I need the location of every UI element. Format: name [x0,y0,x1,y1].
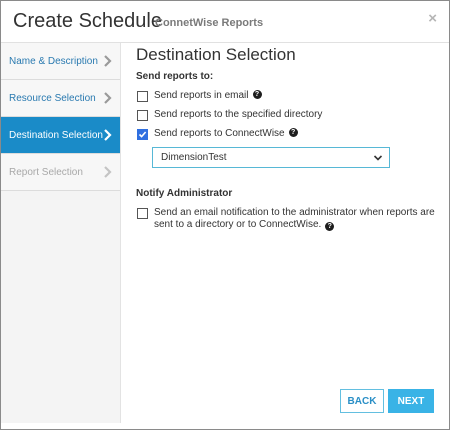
sidebar-item-name-description[interactable]: Name & Description [1,43,120,80]
sidebar-item-label: Resource Selection [9,92,96,104]
option-notify: Send an email notification to the admini… [136,207,441,231]
option-label: Send reports to the specified directory [154,109,323,120]
help-icon[interactable]: ? [288,128,298,137]
sidebar-item-report-selection[interactable]: Report Selection [1,154,120,191]
checkmark-icon [138,131,147,138]
send-reports-label: Send reports to: [136,71,214,82]
section-title: Destination Selection [136,45,296,64]
chevron-right-icon [103,128,113,142]
notify-label-wrap: Send an email notification to the admini… [154,207,441,231]
sidebar-item-label: Report Selection [9,166,83,178]
back-button[interactable]: BACK [340,389,384,413]
sidebar-item-destination-selection[interactable]: Destination Selection [1,117,120,154]
next-button[interactable]: NEXT [388,389,434,413]
option-connectwise: Send reports to ConnectWise ? [136,128,441,140]
destination-panel: Destination Selection Send reports to: S… [136,45,441,238]
dialog-header: Create Schedule ConnetWise Reports × [1,1,449,43]
sidebar-item-resource-selection[interactable]: Resource Selection [1,80,120,117]
create-schedule-dialog: Create Schedule ConnetWise Reports × Nam… [0,0,450,430]
sidebar-item-label: Destination Selection [9,129,103,141]
email-checkbox[interactable] [137,91,148,102]
chevron-right-icon [103,54,113,68]
dialog-subtitle: ConnetWise Reports [155,17,264,29]
sidebar-item-label: Name & Description [9,55,98,67]
option-label: Send reports to ConnectWise [154,128,285,139]
option-label: Send reports in email [154,90,249,101]
chevron-right-icon [103,91,113,105]
option-email: Send reports in email ? [136,90,441,102]
select-value: DimensionTest [161,152,227,163]
connectwise-select[interactable]: DimensionTest [152,147,390,168]
help-icon[interactable]: ? [325,222,335,231]
notify-checkbox[interactable] [137,208,148,219]
option-directory: Send reports to the specified directory [136,109,441,121]
chevron-down-icon [373,154,383,165]
directory-checkbox[interactable] [137,110,148,121]
wizard-sidebar: Name & Description Resource Selection De… [1,43,121,423]
chevron-right-icon [103,165,113,179]
connectwise-checkbox[interactable] [137,129,148,140]
close-icon[interactable]: × [428,10,437,27]
dialog-title: Create Schedule [13,10,162,32]
option-label: Send an email notification to the admini… [154,207,435,230]
notify-administrator-title: Notify Administrator [136,188,233,199]
help-icon[interactable]: ? [252,90,262,99]
